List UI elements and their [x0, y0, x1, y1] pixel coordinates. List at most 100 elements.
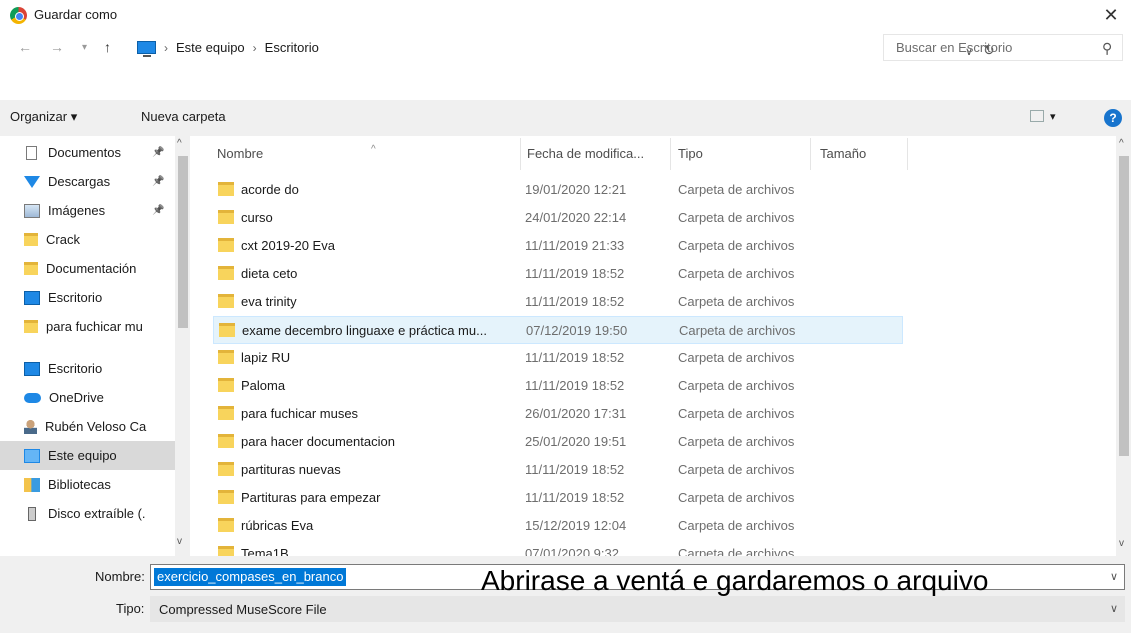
- user-icon: [24, 419, 37, 434]
- search-icon[interactable]: ⚲: [1102, 40, 1112, 57]
- table-row[interactable]: para fuchicar muses 26/01/2020 17:31 Carpe…: [213, 400, 903, 428]
- sidebar-item-label: Documentación: [46, 261, 137, 276]
- sidebar-item[interactable]: OneDrive: [0, 383, 175, 412]
- file-type: Carpeta de archivos: [678, 462, 795, 477]
- breadcrumb-escritorio[interactable]: Escritorio: [265, 40, 319, 55]
- sidebar-item[interactable]: Rubén Veloso Ca: [0, 412, 175, 441]
- file-date: 11/11/2019 18:52: [525, 350, 625, 365]
- column-size[interactable]: Tamaño: [820, 146, 866, 168]
- breadcrumb-chevron-icon[interactable]: ›: [164, 41, 168, 55]
- scroll-down-icon[interactable]: v: [177, 536, 182, 547]
- scroll-up-icon[interactable]: ^: [1119, 138, 1124, 149]
- file-type: Carpeta de archivos: [679, 323, 796, 338]
- sidebar-item[interactable]: Disco extraíble (.: [0, 499, 175, 528]
- column-divider[interactable]: [810, 138, 811, 170]
- recent-locations-chevron-icon[interactable]: ▾: [82, 42, 87, 53]
- file-type: Carpeta de archivos: [678, 182, 795, 197]
- table-row[interactable]: rúbricas Eva 15/12/2019 12:04 Carpeta de a…: [213, 512, 903, 540]
- column-name[interactable]: Nombre ^: [217, 144, 376, 168]
- table-row[interactable]: curso 24/01/2020 22:14 Carpeta de archivos: [213, 204, 903, 232]
- file-list: Nombre ^ Fecha de modifica... Tipo Tamañ…: [195, 136, 1115, 556]
- table-row[interactable]: Paloma 11/11/2019 18:52 Carpeta de archivo…: [213, 372, 903, 400]
- sidebar-item[interactable]: Este equipo: [0, 441, 175, 470]
- sidebar-item-label: Escritorio: [48, 361, 103, 376]
- sidebar-item[interactable]: Documentos 📌: [0, 138, 175, 167]
- table-row[interactable]: exame decembro linguaxe e práctica mu...…: [213, 316, 903, 344]
- filetype-value: Compressed MuseScore File: [159, 602, 327, 617]
- file-type: Carpeta de archivos: [678, 546, 795, 556]
- folder-icon: [24, 262, 38, 275]
- window-title: Guardar como: [34, 7, 118, 22]
- file-date: 24/01/2020 22:14: [525, 210, 627, 225]
- back-arrow-icon[interactable]: ←: [18, 39, 32, 55]
- sidebar-item[interactable]: Escritorio: [0, 283, 175, 312]
- search-placeholder: Buscar en Escritorio: [896, 40, 1013, 55]
- usb-drive-icon: [28, 506, 36, 521]
- column-type[interactable]: Tipo: [678, 146, 703, 168]
- breadcrumb-este-equipo[interactable]: Este equipo: [176, 40, 245, 55]
- new-folder-button[interactable]: Nueva carpeta: [141, 109, 226, 124]
- sidebar-item[interactable]: Bibliotecas: [0, 470, 175, 499]
- filetype-select[interactable]: Compressed MuseScore File ∨: [150, 596, 1125, 622]
- sidebar-item[interactable]: para fuchicar mu: [0, 312, 175, 341]
- sidebar-item[interactable]: Escritorio: [0, 354, 175, 383]
- filetype-dropdown-icon[interactable]: ∨: [1110, 602, 1118, 615]
- forward-arrow-icon[interactable]: →: [50, 39, 64, 55]
- file-date: 11/11/2019 18:52: [525, 378, 625, 393]
- filename-value[interactable]: exercicio_compases_en_branco: [154, 568, 347, 586]
- sidebar-item-label: OneDrive: [49, 390, 104, 405]
- file-date: 26/01/2020 17:31: [525, 406, 627, 421]
- file-date: 11/11/2019 18:52: [525, 266, 625, 281]
- organize-button[interactable]: Organizar ▾: [10, 109, 77, 125]
- table-row[interactable]: para hacer documentacion 25/01/2020 19:51…: [213, 428, 903, 456]
- scroll-down-icon[interactable]: v: [1119, 538, 1124, 549]
- filename-dropdown-icon[interactable]: ∨: [1110, 570, 1118, 583]
- sidebar-item-label: Este equipo: [48, 448, 117, 463]
- file-date: 11/11/2019 18:52: [525, 490, 625, 505]
- help-icon[interactable]: ?: [1104, 109, 1122, 127]
- computer-icon: [137, 41, 156, 57]
- table-row[interactable]: acorde do 19/01/2020 12:21 Carpeta de arch…: [213, 176, 903, 204]
- column-date[interactable]: Fecha de modifica...: [527, 146, 644, 168]
- search-input[interactable]: Buscar en Escritorio ⚲: [883, 34, 1123, 61]
- sidebar-item-label: Bibliotecas: [48, 477, 111, 492]
- table-row[interactable]: dieta ceto 11/11/2019 18:52 Carpeta de arc…: [213, 260, 903, 288]
- column-divider[interactable]: [907, 138, 908, 170]
- column-divider[interactable]: [670, 138, 671, 170]
- nav-scrollbar[interactable]: ^ v: [175, 136, 190, 556]
- file-date: 11/11/2019 21:33: [525, 238, 625, 253]
- table-row[interactable]: eva trinity 11/11/2019 18:52 Carpeta de ar…: [213, 288, 903, 316]
- file-date: 11/11/2019 18:52: [525, 462, 625, 477]
- folder-icon: [218, 518, 234, 532]
- nav-scroll-thumb[interactable]: [178, 156, 188, 328]
- sidebar-item[interactable]: Descargas 📌: [0, 167, 175, 196]
- table-row[interactable]: cxt 2019-20 Eva 11/11/2019 21:33 Carpeta d…: [213, 232, 903, 260]
- breadcrumb-chevron-icon[interactable]: ›: [253, 41, 257, 55]
- file-type: Carpeta de archivos: [678, 490, 795, 505]
- up-arrow-icon[interactable]: ↑: [104, 39, 111, 55]
- close-button[interactable]: ✕: [1091, 0, 1131, 30]
- file-name: curso: [241, 210, 273, 225]
- file-list-scroll-thumb[interactable]: [1119, 156, 1129, 456]
- filename-input[interactable]: exercicio_compases_en_branco Abrirase a …: [150, 564, 1125, 596]
- view-dropdown-icon[interactable]: ▾: [1050, 110, 1056, 123]
- file-date: 19/01/2020 12:21: [525, 182, 627, 197]
- sidebar-item[interactable]: Documentación: [0, 254, 175, 283]
- address-bar[interactable]: › Este equipo › Escritorio ∨ ↻: [132, 34, 995, 61]
- view-options-icon[interactable]: [1030, 110, 1044, 122]
- folder-icon: [218, 462, 234, 476]
- pin-icon: 📌: [152, 176, 165, 187]
- table-row[interactable]: Partituras para empezar 11/11/2019 18:52 C…: [213, 484, 903, 512]
- table-row[interactable]: Tema1B 07/01/2020 9:32 Carpeta de archivos: [213, 540, 903, 556]
- table-row[interactable]: partituras nuevas 11/11/2019 18:52 Carpeta…: [213, 456, 903, 484]
- column-divider[interactable]: [520, 138, 521, 170]
- sidebar-item[interactable]: Imágenes 📌: [0, 196, 175, 225]
- sidebar-item-label: Crack: [46, 232, 80, 247]
- sidebar-item[interactable]: Crack: [0, 225, 175, 254]
- folder-icon: [218, 434, 234, 448]
- desktop-icon: [24, 361, 40, 376]
- sidebar-item-label: Disco extraíble (.: [48, 506, 146, 521]
- scroll-up-icon[interactable]: ^: [177, 138, 182, 149]
- table-row[interactable]: lapiz RU 11/11/2019 18:52 Carpeta de archi…: [213, 344, 903, 372]
- file-list-scrollbar[interactable]: ^ v: [1116, 136, 1131, 556]
